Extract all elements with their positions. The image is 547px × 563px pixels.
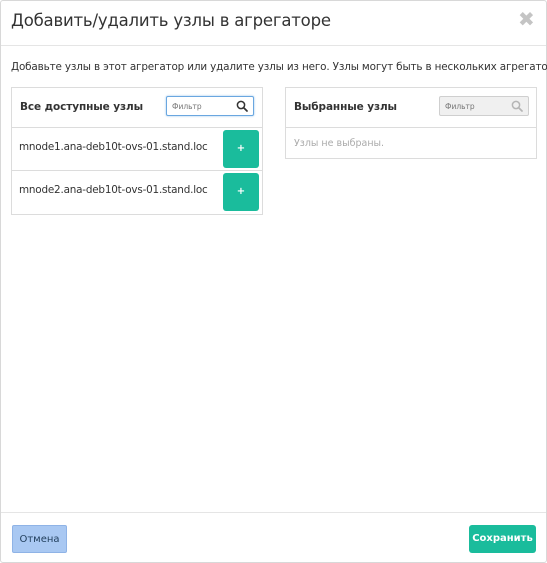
available-nodes-header: Все доступные узлы [12, 88, 262, 128]
add-node-button[interactable]: + [223, 173, 259, 211]
save-button[interactable]: Сохранить [469, 525, 536, 553]
selected-nodes-header: Выбранные узлы [286, 88, 536, 128]
close-icon[interactable]: ✖ [518, 9, 535, 29]
search-icon[interactable] [236, 100, 248, 112]
empty-selection-text: Узлы не выбраны. [294, 138, 385, 149]
cancel-button[interactable]: Отмена [12, 525, 67, 553]
modal-header: Добавить/удалить узлы в агрегаторе ✖ [1, 1, 546, 46]
list-item: mnode2.ana-deb10t-ovs-01.stand.loc + [12, 171, 262, 213]
help-text: Добавьте узлы в этот агрегатор или удали… [11, 61, 547, 73]
selected-nodes-title: Выбранные узлы [294, 101, 397, 113]
selected-filter [439, 96, 529, 116]
modal-title: Добавить/удалить узлы в агрегаторе [11, 11, 331, 30]
available-filter-input[interactable] [172, 99, 232, 113]
available-nodes-title: Все доступные узлы [20, 101, 143, 113]
selected-nodes-panel: Выбранные узлы Узлы не выбраны. [285, 87, 537, 159]
add-node-button[interactable]: + [223, 130, 259, 168]
available-nodes-panel: Все доступные узлы mnode1.ana-deb10t-ovs… [11, 87, 263, 215]
modal-dialog: Добавить/удалить узлы в агрегаторе ✖ Доб… [0, 0, 547, 563]
modal-footer: Отмена Сохранить [1, 512, 546, 563]
selected-filter-input[interactable] [445, 99, 505, 113]
search-icon[interactable] [511, 100, 523, 112]
list-item: mnode1.ana-deb10t-ovs-01.stand.loc + [12, 128, 262, 171]
node-name: mnode2.ana-deb10t-ovs-01.stand.loc [19, 184, 208, 196]
node-name: mnode1.ana-deb10t-ovs-01.stand.loc [19, 141, 208, 153]
available-filter [166, 96, 254, 116]
